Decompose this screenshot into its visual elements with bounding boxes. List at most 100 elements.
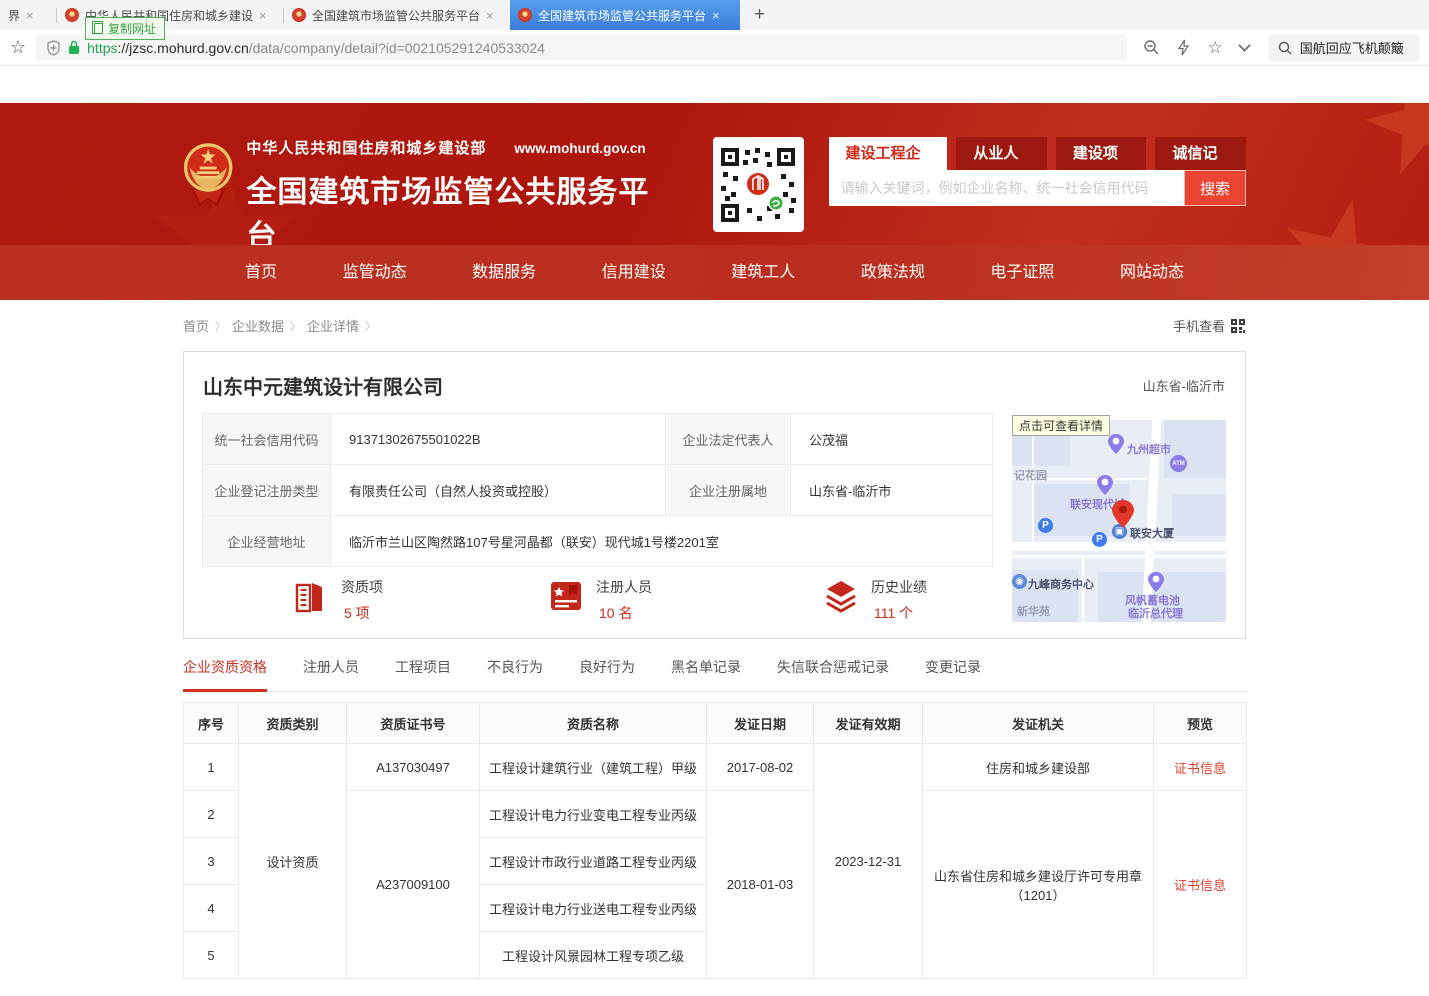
tab-close-icon[interactable] xyxy=(486,9,494,22)
tab-projects[interactable]: 工程项目 xyxy=(395,657,451,691)
reg-region-label: 企业注册属地 xyxy=(666,465,791,516)
shield-permission-icon[interactable] xyxy=(46,40,61,56)
nav-item-credit[interactable]: 信用建设 xyxy=(602,245,666,300)
cell-no: 3 xyxy=(184,838,239,885)
site-logo[interactable]: 中华人民共和国住房和城乡建设部 www.mohurd.gov.cn 全国建筑市场… xyxy=(183,137,651,245)
tab-label: 全国建筑市场监管公共服务平台 xyxy=(538,7,706,24)
stat-label: 资质项 xyxy=(341,577,383,597)
credit-code-value: 91371302675501022B xyxy=(331,414,666,465)
certificate-info-link[interactable]: 证书信息 xyxy=(1174,761,1226,776)
nav-item-supervision[interactable]: 监管动态 xyxy=(343,245,407,300)
address-bar[interactable]: https://jzsc.mohurd.gov.cn/data/company/… xyxy=(36,34,1127,61)
map-road xyxy=(1012,555,1226,558)
emblem-favicon-icon xyxy=(65,8,79,22)
ministry-name: 中华人民共和国住房和城乡建设部 xyxy=(246,137,486,158)
nav-item-site-news[interactable]: 网站动态 xyxy=(1120,245,1184,300)
stat-registered-personnel[interactable]: 注册人员 10 名 xyxy=(547,577,652,623)
page-top-gap xyxy=(0,66,1429,103)
keyword-search-input[interactable] xyxy=(829,170,1184,206)
address-value: 临沂市兰山区陶然路107号星河晶都（联安）现代城1号楼2201室 xyxy=(331,516,993,567)
search-tab-project[interactable]: 建设项目 xyxy=(1056,137,1147,170)
tab-close-icon[interactable] xyxy=(26,9,34,22)
browser-quick-search[interactable]: 国航回应飞机颠簸 xyxy=(1269,34,1419,62)
map-label-jihuayuan: 记花园 xyxy=(1014,467,1047,483)
tab-dishonesty-punishment[interactable]: 失信联合惩戒记录 xyxy=(777,657,889,691)
mobile-view-label: 手机查看 xyxy=(1173,316,1225,335)
browser-tab-strip: 界 中华人民共和国住房和城乡建设 全国建筑市场监管公共服务平台 全国建筑市场监管… xyxy=(0,0,1429,30)
tab-registered-personnel[interactable]: 注册人员 xyxy=(303,657,359,691)
breadcrumb-separator-icon xyxy=(365,318,376,334)
nav-item-data-service[interactable]: 数据服务 xyxy=(472,245,536,300)
cell-issue-date: 2017-08-02 xyxy=(707,744,814,791)
new-tab-button[interactable] xyxy=(754,4,765,26)
tab-blacklist[interactable]: 黑名单记录 xyxy=(671,657,741,691)
header-qr-code xyxy=(713,137,804,232)
map-road xyxy=(1012,542,1226,551)
mobile-view-button[interactable]: 手机查看 xyxy=(1173,316,1246,335)
chevron-down-icon[interactable] xyxy=(1238,39,1251,52)
star-decoration-icon xyxy=(1353,103,1429,190)
zoom-out-icon[interactable] xyxy=(1143,39,1160,56)
map-block xyxy=(1172,494,1226,536)
cell-issue-date: 2018-01-03 xyxy=(707,791,814,979)
cell-no: 4 xyxy=(184,885,239,932)
bookmark-star-icon[interactable] xyxy=(10,37,26,58)
breadcrumb-separator-icon xyxy=(215,318,226,334)
breadcrumb-company-data[interactable]: 企业数据 xyxy=(232,316,284,335)
tab-change-records[interactable]: 变更记录 xyxy=(925,657,981,691)
location-map[interactable]: 九州超市 ATM 记花园 联安现代城 ▣ 联安大厦 P P ◉ 九峰商务中心 xyxy=(1012,420,1226,622)
search-button[interactable]: 搜索 xyxy=(1184,170,1246,206)
legal-rep-value: 公茂福 xyxy=(791,414,993,465)
cell-cert-no: A237009100 xyxy=(347,791,480,979)
tab-close-icon[interactable] xyxy=(259,9,267,22)
map-pin-icon xyxy=(1097,475,1113,495)
stat-history-performance[interactable]: 历史业绩 111 个 xyxy=(822,577,927,623)
stat-label: 注册人员 xyxy=(596,577,652,597)
tab-qualifications[interactable]: 企业资质资格 xyxy=(183,657,267,691)
browser-tab-3[interactable]: 全国建筑市场监管公共服务平台 xyxy=(284,0,510,30)
map-label-linyi-agent: 临沂总代理 xyxy=(1128,605,1183,621)
map-parking-icon: P xyxy=(1092,532,1107,547)
favorites-star-icon[interactable] xyxy=(1207,38,1222,58)
search-tab-personnel[interactable]: 从业人员 xyxy=(956,137,1047,170)
nav-item-home[interactable]: 首页 xyxy=(245,245,277,300)
browser-tab-active[interactable]: 全国建筑市场监管公共服务平台 xyxy=(510,0,740,30)
stat-qualifications[interactable]: 资质项 5 项 xyxy=(292,577,383,623)
cell-authority: 山东省住房和城乡建设厅许可专用章（1201） xyxy=(923,791,1154,979)
flash-icon[interactable] xyxy=(1177,39,1190,56)
primary-nav: 首页 监管动态 数据服务 信用建设 建筑工人 政策法规 电子证照 网站动态 xyxy=(0,245,1429,300)
tab-label: 全国建筑市场监管公共服务平台 xyxy=(312,7,480,24)
nav-item-e-license[interactable]: 电子证照 xyxy=(990,245,1054,300)
tab-good-behavior[interactable]: 良好行为 xyxy=(579,657,635,691)
map-pin-icon xyxy=(1108,434,1124,454)
credit-code-label: 统一社会信用代码 xyxy=(203,414,331,465)
search-tab-credit[interactable]: 诚信记录 xyxy=(1155,137,1246,170)
cell-valid-until: 2023-12-31 xyxy=(814,744,923,979)
copy-icon xyxy=(94,23,103,34)
reg-type-value: 有限责任公司（自然人投资或控股） xyxy=(331,465,666,516)
cell-authority: 住房和城乡建设部 xyxy=(923,744,1154,791)
nav-item-policy[interactable]: 政策法规 xyxy=(861,245,925,300)
nav-item-workers[interactable]: 建筑工人 xyxy=(731,245,795,300)
cell-qual-name: 工程设计电力行业变电工程专业丙级 xyxy=(480,791,707,838)
breadcrumb-company-detail[interactable]: 企业详情 xyxy=(307,316,359,335)
browser-tab-1[interactable]: 界 xyxy=(0,0,56,30)
url-text: https://jzsc.mohurd.gov.cn/data/company/… xyxy=(87,40,545,56)
certificate-info-link[interactable]: 证书信息 xyxy=(1174,878,1226,893)
copy-tooltip-text: 复制网址 xyxy=(108,20,156,37)
tab-close-icon[interactable] xyxy=(712,9,720,22)
qualification-table: 序号 资质类别 资质证书号 资质名称 发证日期 发证有效期 发证机关 预览 1 … xyxy=(183,702,1247,979)
tab-bad-behavior[interactable]: 不良行为 xyxy=(487,657,543,691)
mini-qr-icon xyxy=(1230,318,1246,334)
breadcrumb-home[interactable]: 首页 xyxy=(183,316,209,335)
emblem-favicon-icon xyxy=(292,8,306,22)
cell-no: 1 xyxy=(184,744,239,791)
stat-label: 历史业绩 xyxy=(871,577,927,597)
col-header-preview: 预览 xyxy=(1154,703,1247,744)
search-tab-enterprise[interactable]: 建设工程企业 xyxy=(829,137,948,170)
star-decoration-icon xyxy=(1269,187,1411,245)
stat-value: 111 个 xyxy=(871,603,927,623)
col-header-cert-no: 资质证书号 xyxy=(347,703,480,744)
map-canvas: 九州超市 ATM 记花园 联安现代城 ▣ 联安大厦 P P ◉ 九峰商务中心 xyxy=(1012,420,1226,622)
cell-category: 设计资质 xyxy=(239,744,347,979)
